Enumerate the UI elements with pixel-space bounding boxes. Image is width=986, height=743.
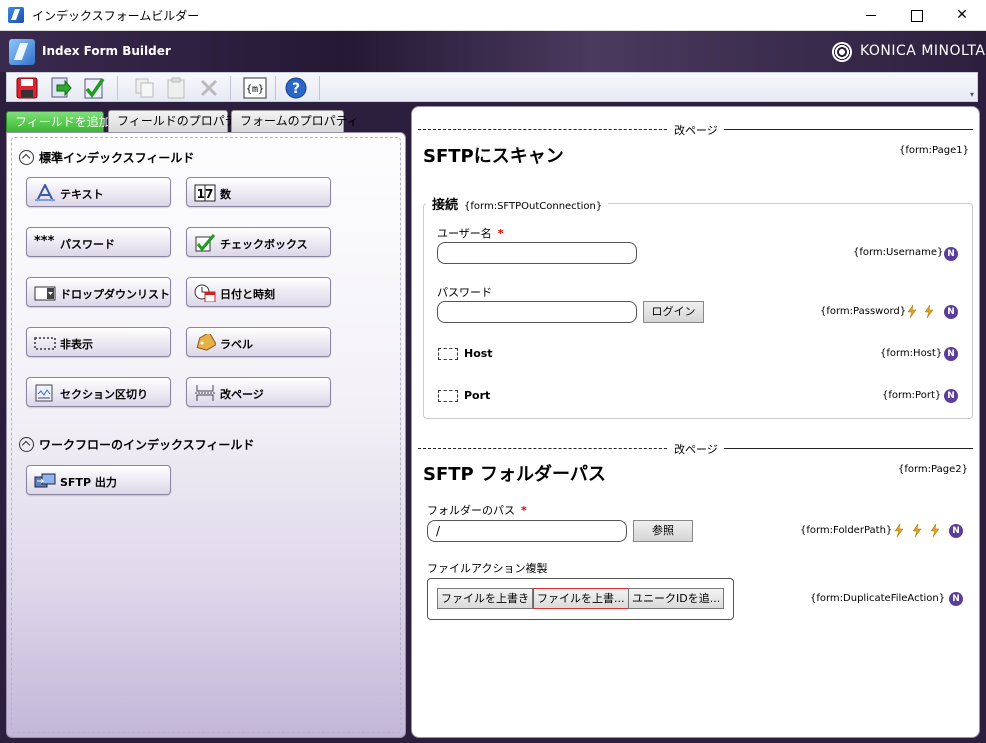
n-badge-icon[interactable]: N: [949, 592, 963, 606]
import-icon[interactable]: [49, 76, 73, 100]
copy-icon: [132, 76, 156, 100]
page1-title[interactable]: SFTPにスキャン: [423, 142, 564, 168]
n-badge-icon[interactable]: N: [944, 247, 958, 261]
brand-name: KONICA MINOLTA: [860, 43, 986, 59]
minimize-button[interactable]: [848, 0, 894, 31]
product-name: Index Form Builder: [42, 44, 171, 58]
help-icon[interactable]: ?: [284, 76, 308, 100]
port-label[interactable]: Port: [464, 389, 490, 402]
add-hidden-field-button[interactable]: 非表示: [26, 327, 171, 357]
app-icon: [8, 7, 24, 23]
page-break-2[interactable]: 改ページ: [418, 441, 973, 457]
workflow-fields-header[interactable]: ワークフローのインデックスフィールド: [19, 436, 254, 454]
paste-icon: [164, 76, 188, 100]
toolbar: {m} ? ▾: [6, 72, 978, 102]
toolbar-overflow-icon[interactable]: ▾: [970, 90, 974, 99]
title-bar: インデックスフォームビルダー ✕: [0, 0, 986, 31]
tab-add-field[interactable]: フィールドを追加: [6, 111, 111, 133]
svg-text:?: ?: [292, 81, 300, 97]
add-password-field-button[interactable]: *** パスワード: [26, 227, 171, 257]
username-tag: {form:Username}: [853, 247, 944, 258]
tab-field-properties[interactable]: フィールドのプロパティ: [108, 110, 248, 132]
maximize-button[interactable]: [893, 0, 939, 31]
svg-text:{m}: {m}: [246, 84, 264, 95]
browse-button[interactable]: 参照: [633, 520, 693, 542]
page2-tag: {form:Page2}: [898, 464, 968, 475]
add-unique-id-option-button[interactable]: ユニークIDを追...: [628, 588, 725, 609]
password-label: パスワード: [437, 286, 492, 299]
password-field-icon: ***: [34, 234, 55, 249]
sftp-output-icon: [34, 473, 56, 488]
hidden-field-icon: [34, 337, 56, 350]
duplicate-action-label: ファイルアクション複製: [427, 562, 548, 575]
page2-title[interactable]: SFTP フォルダーパス: [423, 460, 606, 486]
banner: Index Form Builder KONICA MINOLTA: [0, 31, 986, 72]
add-label-field-button[interactable]: ラベル: [186, 327, 331, 357]
add-dropdown-field-button[interactable]: ドロップダウンリスト: [26, 277, 171, 307]
page-break-icon: [195, 385, 215, 401]
add-number-field-button[interactable]: 17 数: [186, 177, 331, 207]
add-page-break-button[interactable]: 改ページ: [186, 377, 331, 407]
n-badge-icon[interactable]: N: [944, 389, 958, 403]
duplicate-action-group: ファイルを上書き ファイルを上書... ユニークIDを追...: [427, 578, 734, 620]
rule-lightning-icon[interactable]: [930, 524, 940, 537]
port-tag: {form:Port}: [882, 390, 942, 401]
n-badge-icon[interactable]: N: [944, 305, 958, 319]
add-text-field-button[interactable]: テキスト: [26, 177, 171, 207]
add-field-panel: 標準インデックスフィールド テキスト 17 数 *** パスワード チェックボッ…: [6, 132, 406, 738]
variable-icon[interactable]: {m}: [243, 76, 267, 100]
dropdown-field-icon: [34, 286, 56, 301]
page-break-1[interactable]: 改ページ: [418, 122, 973, 138]
add-datetime-field-button[interactable]: 日付と時刻: [186, 277, 331, 307]
username-input[interactable]: [437, 242, 637, 264]
n-badge-icon[interactable]: N: [949, 524, 963, 538]
brand-logo-icon: [832, 42, 852, 62]
rule-lightning-icon[interactable]: [912, 524, 922, 537]
standard-fields-header[interactable]: 標準インデックスフィールド: [19, 149, 194, 167]
save-icon[interactable]: [15, 76, 39, 100]
password-tag: {form:Password}: [820, 306, 907, 317]
validate-icon[interactable]: [82, 76, 106, 100]
overwrite-rename-option-button[interactable]: ファイルを上書...: [533, 588, 629, 609]
collapse-icon[interactable]: [19, 437, 34, 452]
host-label[interactable]: Host: [464, 347, 493, 360]
tab-form-properties[interactable]: フォームのプロパティ: [231, 110, 359, 132]
add-section-break-button[interactable]: セクション区切り: [26, 377, 171, 407]
svg-text:17: 17: [197, 187, 214, 201]
folder-path-tag: {form:FolderPath}: [800, 525, 893, 536]
folder-path-input[interactable]: /: [427, 520, 627, 542]
duplicate-action-tag: {form:DuplicateFileAction}: [810, 593, 946, 604]
connection-group-title: 接続 {form:SFTPOutConnection}: [426, 194, 609, 213]
overwrite-option-button[interactable]: ファイルを上書き: [437, 588, 533, 609]
product-logo-icon: [9, 39, 35, 65]
close-button[interactable]: ✕: [939, 0, 985, 31]
delete-icon: [197, 76, 221, 100]
section-break-icon: [35, 384, 53, 402]
number-field-icon: 17: [194, 184, 216, 202]
n-badge-icon[interactable]: N: [944, 347, 958, 361]
hidden-field-icon: [438, 390, 458, 402]
form-canvas: 改ページ SFTPにスキャン {form:Page1} 接続 {form:SFTP…: [411, 106, 980, 738]
add-sftp-output-button[interactable]: SFTP 出力: [26, 465, 171, 495]
text-field-icon: [35, 184, 55, 202]
login-button[interactable]: ログイン: [643, 301, 704, 323]
rule-lightning-icon[interactable]: [907, 305, 917, 318]
collapse-icon[interactable]: [19, 150, 34, 165]
username-label: ユーザー名 *: [437, 227, 504, 240]
hidden-field-icon: [438, 348, 458, 360]
add-checkbox-field-button[interactable]: チェックボックス: [186, 227, 331, 257]
host-tag: {form:Host}: [880, 348, 943, 359]
label-field-icon: [196, 334, 216, 351]
password-input[interactable]: [437, 301, 637, 323]
checkbox-field-icon: [195, 234, 216, 252]
window-title: インデックスフォームビルダー: [32, 9, 200, 23]
page1-tag: {form:Page1}: [899, 145, 969, 156]
datetime-field-icon: [194, 284, 216, 302]
rule-lightning-icon[interactable]: [924, 305, 934, 318]
folder-path-label: フォルダーのパス *: [427, 504, 527, 517]
rule-lightning-icon[interactable]: [894, 524, 904, 537]
